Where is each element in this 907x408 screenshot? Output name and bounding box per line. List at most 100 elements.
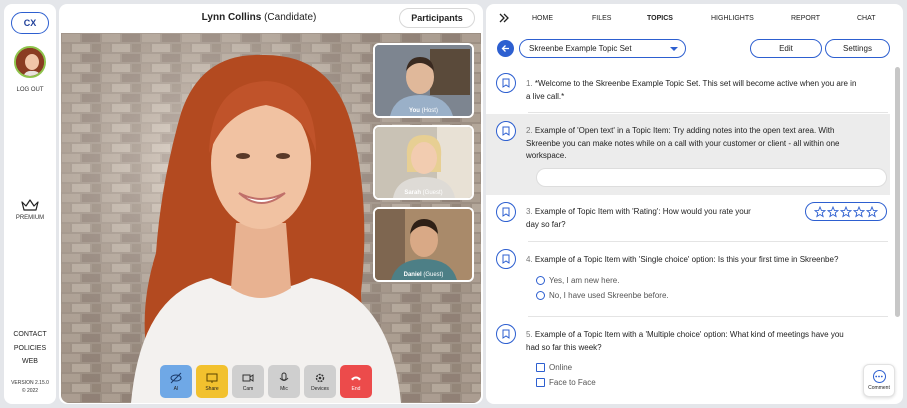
bookmark-icon[interactable] bbox=[496, 73, 516, 93]
topic-text-line: workspace. bbox=[526, 151, 567, 161]
participant-thumb-daniel[interactable]: Daniel (Guest) bbox=[373, 207, 474, 282]
sarah-label: Sarah (Guest) bbox=[375, 190, 472, 196]
end-button[interactable]: End bbox=[340, 365, 372, 398]
radio-button[interactable] bbox=[536, 276, 545, 285]
phone-hangup-icon bbox=[351, 376, 361, 380]
tab-files[interactable]: FILES bbox=[592, 15, 611, 22]
topic-text-line: Example of a Topic Item with 'Single cho… bbox=[534, 255, 839, 264]
tab-topics[interactable]: TOPICS bbox=[647, 15, 673, 22]
daniel-video bbox=[375, 209, 472, 280]
participant-thumb-host[interactable]: You (Host) bbox=[373, 43, 474, 118]
arrow-left-icon bbox=[501, 45, 509, 52]
topic-text-line: day so far? bbox=[526, 219, 566, 229]
radio-button[interactable] bbox=[536, 291, 545, 300]
settings-button[interactable]: Settings bbox=[825, 39, 890, 58]
version-info: VERSION 2.15.0 © 2022 bbox=[4, 379, 56, 395]
single-choice-option[interactable]: Yes, I am new here. bbox=[536, 276, 619, 285]
participants-button[interactable]: Participants bbox=[399, 8, 475, 28]
topic-text-line: had so far this week? bbox=[526, 342, 602, 352]
chat-bubble-icon bbox=[872, 370, 886, 383]
bookmark-icon[interactable] bbox=[496, 121, 516, 141]
star-icon[interactable] bbox=[827, 205, 839, 218]
star-icon[interactable] bbox=[840, 205, 852, 218]
bookmark-icon[interactable] bbox=[496, 202, 516, 222]
left-sidebar: CX LOG OUT PREMIUM CONTACT POLICIES WEB … bbox=[4, 4, 56, 404]
end-label: End bbox=[351, 385, 361, 392]
sarah-video bbox=[375, 127, 472, 198]
multi-choice-option[interactable]: Online bbox=[536, 363, 572, 372]
sarah-name: Sarah bbox=[404, 190, 421, 196]
host-name: You bbox=[409, 108, 420, 114]
bookmark-icon[interactable] bbox=[496, 249, 516, 269]
camera-icon bbox=[242, 373, 254, 382]
tab-report[interactable]: REPORT bbox=[791, 15, 820, 22]
star-icon[interactable] bbox=[866, 205, 878, 218]
candidate-name: Lynn Collins bbox=[201, 12, 262, 23]
topic-item-2[interactable]: 2. Example of 'Open text' in a Topic Ite… bbox=[526, 125, 840, 163]
single-choice-option[interactable]: No, I have used Skreenbe before. bbox=[536, 291, 669, 300]
participant-thumb-sarah[interactable]: Sarah (Guest) bbox=[373, 125, 474, 200]
topic-item-3[interactable]: 3. Example of Topic Item with 'Rating': … bbox=[526, 206, 751, 231]
sarah-role: (Guest) bbox=[422, 190, 443, 196]
cam-label: Cam bbox=[242, 385, 254, 392]
topic-text-line: Example of a Topic Item with a 'Multiple… bbox=[534, 330, 844, 339]
scrollbar[interactable] bbox=[895, 67, 900, 317]
host-role: (Host) bbox=[421, 108, 438, 114]
cx-button[interactable]: CX bbox=[11, 12, 49, 34]
star-icon[interactable] bbox=[853, 205, 865, 218]
contact-link[interactable]: CONTACT bbox=[4, 328, 56, 342]
tab-highlights[interactable]: HIGHLIGHTS bbox=[711, 15, 754, 22]
option-label: Yes, I am new here. bbox=[549, 276, 620, 285]
mic-button[interactable]: Mic bbox=[268, 365, 300, 398]
bookmark-icon[interactable] bbox=[496, 324, 516, 344]
main-video[interactable]: You (Host) Sarah (Guest) Daniel (Guest) … bbox=[61, 33, 481, 403]
comment-button[interactable]: Comment bbox=[863, 364, 895, 397]
web-link[interactable]: WEB bbox=[4, 355, 56, 369]
chevron-down-icon bbox=[670, 47, 678, 51]
ai-label: AI bbox=[173, 385, 179, 392]
policies-link[interactable]: POLICIES bbox=[4, 342, 56, 356]
star-icon[interactable] bbox=[814, 205, 826, 218]
gear-icon bbox=[315, 373, 325, 382]
tab-chat[interactable]: CHAT bbox=[857, 15, 876, 22]
topic-number: 5. bbox=[526, 330, 533, 339]
topic-number: 3. bbox=[526, 207, 533, 216]
mic-label: Mic bbox=[280, 385, 288, 392]
devices-button[interactable]: Devices bbox=[304, 365, 336, 398]
checkbox[interactable] bbox=[536, 363, 545, 372]
topic-item-1[interactable]: 1. *Welcome to the Skreenbe Example Topi… bbox=[526, 78, 856, 103]
mic-icon bbox=[279, 372, 289, 381]
comment-label: Comment bbox=[868, 385, 890, 391]
open-text-input[interactable] bbox=[536, 168, 887, 187]
multi-choice-option[interactable]: Face to Face bbox=[536, 378, 596, 387]
crown-icon[interactable] bbox=[21, 199, 39, 211]
ai-button[interactable]: AI bbox=[160, 365, 192, 398]
devices-label: Devices bbox=[311, 385, 329, 392]
daniel-name: Daniel bbox=[403, 272, 422, 278]
topic-set-select[interactable]: Skreenbe Example Topic Set bbox=[519, 39, 686, 58]
monitor-icon bbox=[206, 373, 218, 383]
host-video bbox=[375, 45, 472, 116]
expand-icon[interactable] bbox=[498, 12, 510, 24]
avatar[interactable] bbox=[14, 46, 46, 78]
topic-number: 1. bbox=[526, 79, 533, 88]
divider bbox=[528, 316, 888, 317]
checkbox[interactable] bbox=[536, 378, 545, 387]
divider bbox=[528, 241, 888, 242]
tab-home[interactable]: HOME bbox=[532, 15, 553, 22]
option-label: Face to Face bbox=[549, 378, 596, 387]
premium-link[interactable]: PREMIUM bbox=[4, 215, 56, 221]
star-rating[interactable] bbox=[805, 202, 887, 221]
topic-set-value: Skreenbe Example Topic Set bbox=[529, 44, 632, 53]
back-button[interactable] bbox=[497, 40, 514, 57]
daniel-role: (Guest) bbox=[423, 272, 444, 278]
option-label: Online bbox=[549, 363, 573, 372]
share-button[interactable]: Share bbox=[196, 365, 228, 398]
topic-item-5[interactable]: 5. Example of a Topic Item with a 'Multi… bbox=[526, 329, 844, 354]
logout-link[interactable]: LOG OUT bbox=[4, 87, 56, 93]
host-label: You (Host) bbox=[375, 108, 472, 114]
topic-number: 2. bbox=[526, 126, 533, 135]
topic-item-4[interactable]: 4. Example of a Topic Item with 'Single … bbox=[526, 254, 838, 267]
cam-button[interactable]: Cam bbox=[232, 365, 264, 398]
edit-button[interactable]: Edit bbox=[750, 39, 822, 58]
